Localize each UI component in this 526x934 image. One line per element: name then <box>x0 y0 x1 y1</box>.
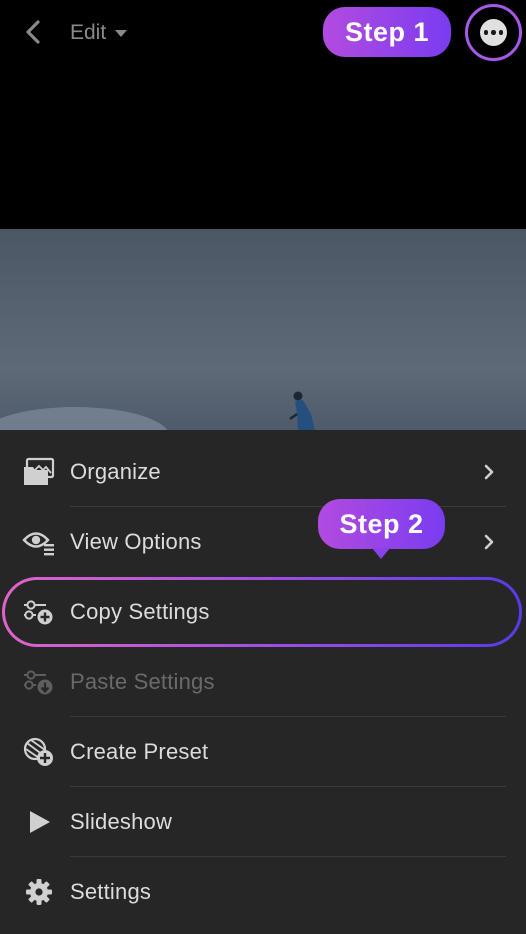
edit-mode-label: Edit <box>70 21 107 44</box>
chevron-right-icon <box>484 534 494 550</box>
more-options-icon <box>480 19 507 46</box>
photo-preview <box>0 229 526 430</box>
menu-item-label: Slideshow <box>70 809 173 834</box>
play-icon <box>22 805 56 839</box>
badge-pointer <box>372 548 390 559</box>
menu-item-create-preset[interactable]: Create Preset <box>0 717 526 787</box>
step2-label: Step 2 <box>339 508 424 539</box>
create-preset-icon <box>22 735 56 769</box>
edit-mode-dropdown[interactable]: Edit <box>70 18 128 48</box>
organize-icon <box>22 455 56 489</box>
menu-item-label: Copy Settings <box>70 599 210 624</box>
step2-badge: Step 2 <box>318 499 445 559</box>
chevron-right-icon <box>484 464 494 480</box>
step1-badge: Step 1 <box>323 7 451 57</box>
menu-item-label: Settings <box>70 879 152 904</box>
snow-hill <box>0 407 170 430</box>
paste-settings-icon <box>22 665 56 699</box>
menu-item-label: Paste Settings <box>70 669 215 694</box>
menu-item-label: Organize <box>70 459 161 484</box>
menu-item-paste-settings[interactable]: Paste Settings <box>0 647 526 717</box>
menu-item-settings[interactable]: Settings <box>0 857 526 927</box>
menu-item-label: Create Preset <box>70 739 209 764</box>
more-options-button[interactable] <box>465 4 522 61</box>
copy-settings-icon <box>22 595 56 629</box>
step1-label: Step 1 <box>344 16 430 47</box>
back-button[interactable] <box>18 16 48 48</box>
menu-item-organize[interactable]: Organize <box>0 437 526 507</box>
menu-item-slideshow[interactable]: Slideshow <box>0 787 526 857</box>
top-bar: Edit Step 1 <box>0 0 526 66</box>
view-options-icon <box>22 525 56 559</box>
menu-item-copy-settings[interactable]: Copy Settings <box>0 577 526 647</box>
caret-down-icon <box>115 29 128 37</box>
back-chevron-icon <box>26 20 40 44</box>
person-figure <box>289 391 315 430</box>
menu-item-label: View Options <box>70 529 202 554</box>
menu-item-view-options[interactable]: View Options <box>0 507 526 577</box>
gear-icon <box>22 875 56 909</box>
